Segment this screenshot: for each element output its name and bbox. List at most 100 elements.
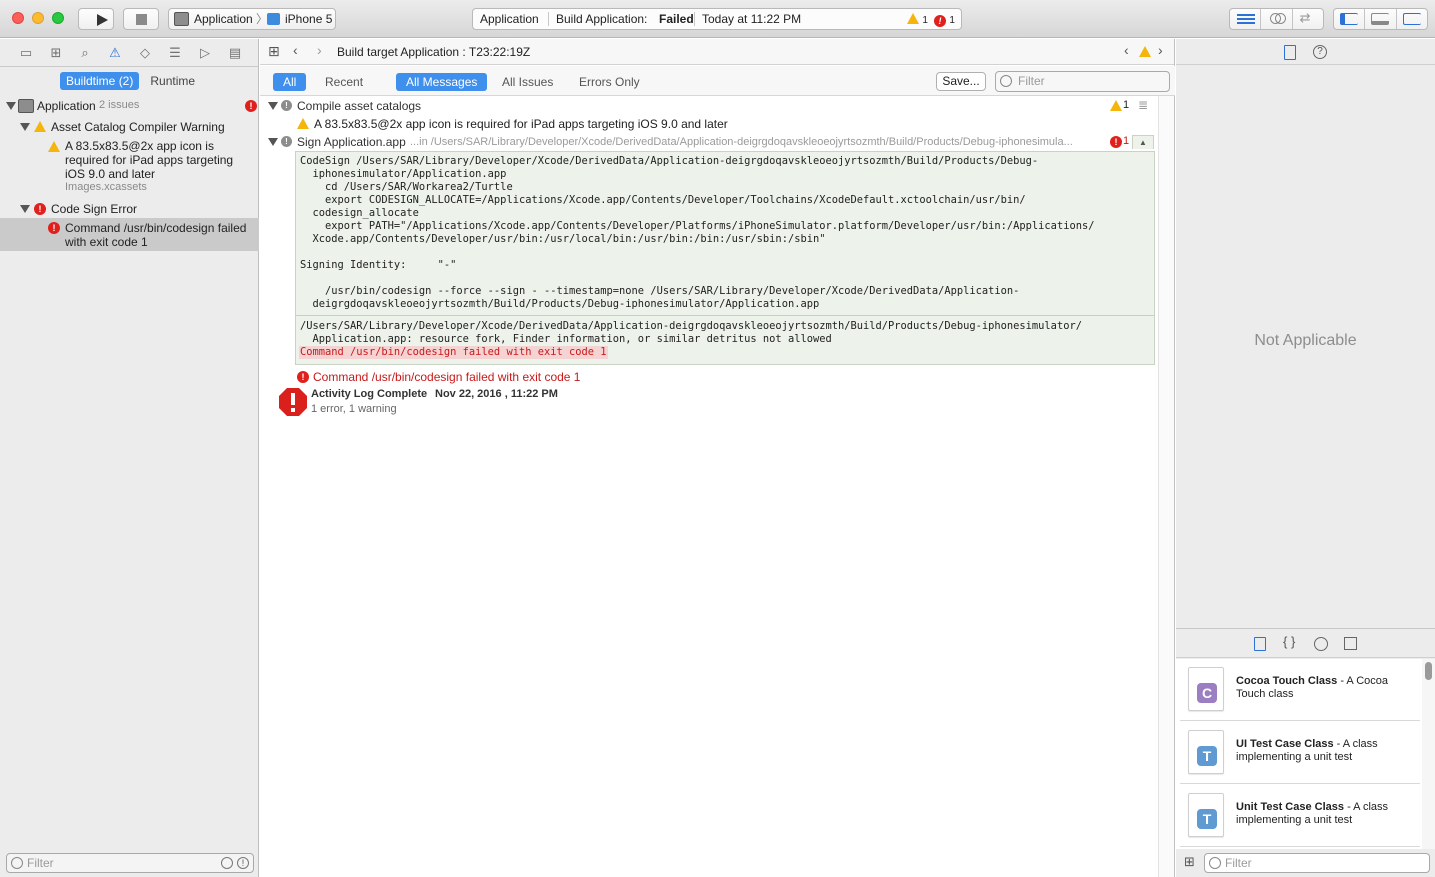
error-issue-item[interactable]: ! Command /usr/bin/codesign failed with … (0, 218, 259, 251)
disclosure-triangle-icon[interactable] (6, 102, 16, 110)
debug-list-icon[interactable]: ☰ (167, 45, 183, 61)
info-icon: ! (281, 100, 292, 111)
warning-icon (34, 121, 46, 132)
document-icon: C (1188, 667, 1224, 711)
scroll-thumb[interactable] (1425, 662, 1432, 680)
info-icon: ! (281, 136, 292, 147)
forward-arrow-icon[interactable]: › (317, 42, 322, 58)
previous-issue-icon[interactable]: ‹ (1124, 42, 1129, 58)
filter-placeholder: Filter (1018, 74, 1045, 88)
disclosure-triangle-icon[interactable] (20, 123, 30, 131)
scheme-device-label[interactable]: iPhone 5 (285, 9, 332, 29)
warning-icon (1110, 100, 1122, 111)
activity-log-complete: Activity Log Complete Nov 22, 2016 , 11:… (260, 387, 760, 419)
tree-group-error[interactable]: ! Code Sign Error (0, 201, 259, 217)
class-badge-icon: C (1197, 683, 1217, 703)
save-log-button[interactable]: Save... (936, 72, 986, 91)
warning-icon[interactable] (1139, 46, 1151, 57)
disclosure-triangle-icon[interactable] (268, 138, 278, 146)
log-step-sign-application[interactable]: ! Sign Application.app ...in /Users/SAR/… (260, 134, 1158, 150)
tab-buildtime[interactable]: Buildtime (2) (60, 72, 140, 90)
jump-bar-title[interactable]: Build target Application : T23:22:19Z (337, 45, 530, 59)
file-template-icon[interactable] (1254, 637, 1266, 651)
next-issue-icon[interactable]: › (1158, 42, 1163, 58)
version-editor-button[interactable]: ⇄ (1293, 9, 1323, 29)
filter-icon (1209, 857, 1221, 869)
library-filter-input[interactable]: Filter (1204, 853, 1430, 873)
filter-placeholder: Filter (27, 856, 54, 870)
hierarchy-icon[interactable]: ⊞ (48, 45, 64, 61)
file-inspector-icon[interactable] (1284, 45, 1296, 60)
disclosure-triangle-icon[interactable] (20, 205, 30, 213)
library-item-ui-test-case-class[interactable]: T UI Test Case Class - A class implement… (1180, 722, 1420, 784)
tree-group-warning[interactable]: Asset Catalog Compiler Warning (0, 119, 259, 135)
codesign-command-text: CodeSign /Users/SAR/Library/Developer/Xc… (300, 155, 1095, 310)
folder-icon[interactable]: ▭ (18, 45, 34, 61)
issue-warning-icon[interactable]: ⚠ (107, 45, 123, 61)
scope-all-issues[interactable]: All Issues (492, 73, 563, 91)
scope-recent[interactable]: Recent (315, 73, 373, 91)
report-bubble-icon[interactable]: ▤ (227, 45, 243, 61)
object-library-icon[interactable] (1314, 637, 1328, 651)
error-counter[interactable]: ! 1 (934, 9, 955, 31)
view-toggle-control[interactable] (1333, 8, 1428, 30)
error-icon: ! (245, 100, 257, 112)
iphone-device-icon (267, 13, 280, 25)
stop-icon (136, 14, 147, 25)
group-error-label: Code Sign Error (51, 202, 138, 216)
document-icon: T (1188, 793, 1224, 837)
tree-root-application[interactable]: Application 2 issues ! (0, 98, 259, 114)
search-icon[interactable]: ⌕ (77, 45, 93, 61)
library-scrollbar[interactable] (1422, 659, 1435, 849)
app-icon (18, 99, 34, 113)
library-item-cocoa-touch-class[interactable]: C Cocoa Touch Class - A Cocoa Touch clas… (1180, 659, 1420, 721)
minimize-window-button[interactable] (32, 12, 44, 24)
disclosure-triangle-icon[interactable] (268, 102, 278, 110)
log-scrollbar[interactable] (1158, 96, 1174, 877)
log-step-compile-assets[interactable]: ! Compile asset catalogs 1 ≣ (260, 98, 1158, 114)
play-icon (97, 14, 108, 26)
breakpoint-icon[interactable]: ▷ (197, 45, 213, 61)
buildtime-runtime-toggle[interactable]: Buildtime (2) Runtime (60, 72, 201, 90)
run-button[interactable] (78, 8, 114, 30)
back-arrow-icon[interactable]: ‹ (293, 42, 298, 58)
warning-issue-item[interactable]: A 83.5x83.5@2x app icon is required for … (0, 139, 259, 195)
warning-issue-text: A 83.5x83.5@2x app icon is required for … (65, 139, 234, 181)
toggle-navigator-button[interactable] (1334, 9, 1366, 29)
assistant-editor-button[interactable] (1261, 9, 1293, 29)
stop-button[interactable] (123, 8, 159, 30)
navigator-filter-input[interactable]: Filter ! (6, 853, 254, 873)
library-item-unit-test-case-class[interactable]: T Unit Test Case Class - A class impleme… (1180, 785, 1420, 847)
activity-viewer[interactable]: Application Build Application: Failed To… (472, 8, 962, 30)
scope-all-messages[interactable]: All Messages (396, 73, 488, 91)
command-transcript: CodeSign /Users/SAR/Library/Developer/Xc… (295, 151, 1155, 365)
help-icon[interactable]: ? (1313, 45, 1327, 59)
grid-view-icon[interactable]: ⊞ (1184, 854, 1195, 870)
root-label: Application (37, 99, 96, 113)
toggle-utilities-button[interactable] (1397, 9, 1427, 29)
warning-counter[interactable]: 1 (907, 9, 928, 31)
lines-icon[interactable]: ≣ (1138, 98, 1148, 112)
related-items-icon[interactable]: ⊞ (268, 43, 280, 60)
group-warning-label: Asset Catalog Compiler Warning (51, 120, 225, 134)
media-library-icon[interactable] (1344, 637, 1357, 650)
log-filter-input[interactable]: Filter (995, 71, 1170, 92)
scope-all[interactable]: All (273, 73, 307, 91)
zoom-window-button[interactable] (52, 12, 64, 24)
scheme-selector[interactable]: Application 〉 iPhone 5 (168, 8, 336, 30)
build-log-editor: ⊞ ‹ › Build target Application : T23:22:… (260, 39, 1175, 877)
toggle-debug-area-button[interactable] (1365, 9, 1397, 29)
test-diamond-icon[interactable]: ◇ (137, 45, 153, 61)
clock-icon[interactable] (221, 857, 233, 869)
app-icon (174, 12, 189, 26)
step2-title: Sign Application.app (297, 135, 406, 149)
scope-errors-only[interactable]: Errors Only (569, 73, 650, 91)
braces-icon[interactable]: { } (1283, 634, 1295, 649)
close-window-button[interactable] (12, 12, 24, 24)
editor-mode-control[interactable]: ⇄ (1229, 8, 1324, 30)
tab-runtime[interactable]: Runtime (144, 72, 201, 90)
standard-editor-button[interactable] (1230, 9, 1262, 29)
issue-filter-icon[interactable]: ! (237, 857, 249, 869)
warning-icon (907, 13, 919, 24)
collapse-transcript-icon[interactable]: ▲ (1132, 135, 1154, 149)
